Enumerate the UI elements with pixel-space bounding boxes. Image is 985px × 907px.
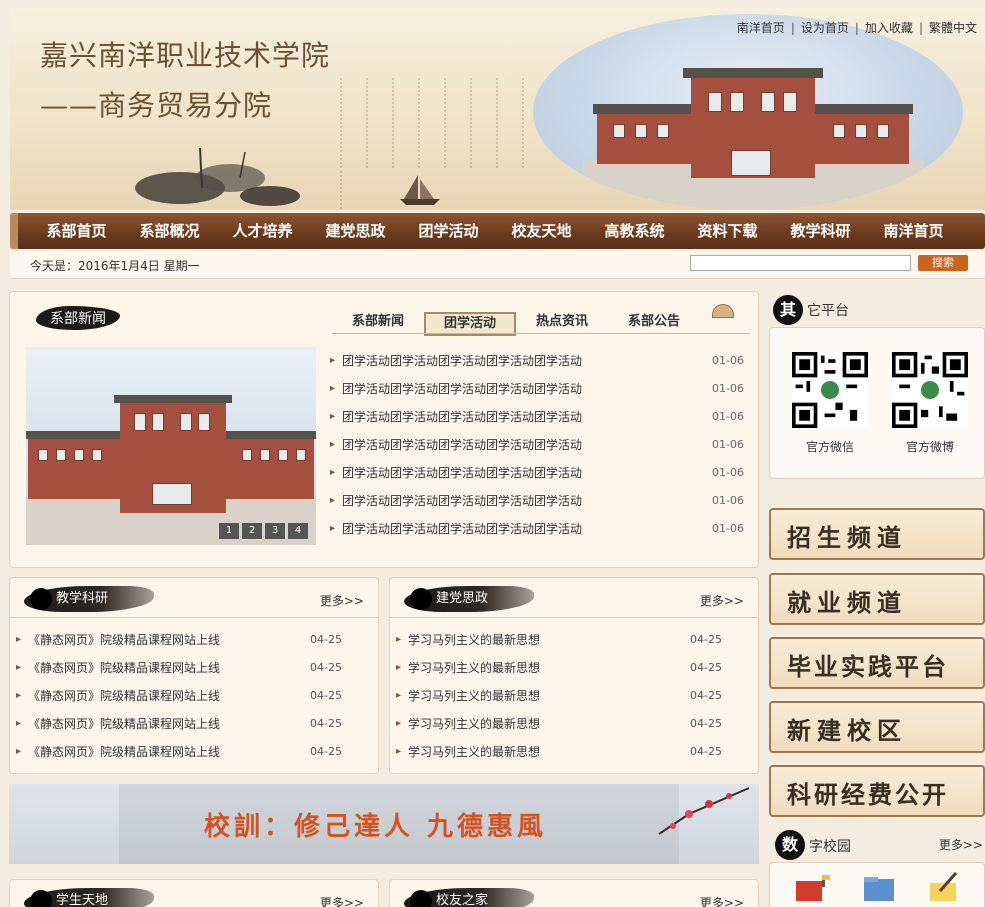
- nav-item-higher-edu[interactable]: 高教系统: [588, 213, 681, 249]
- nav-item-dept-overview[interactable]: 系部概况: [123, 213, 216, 249]
- mailbox-icon[interactable]: [794, 873, 830, 903]
- teaching-research-title: 教学科研: [24, 586, 154, 612]
- platform-label: 它平台: [807, 303, 849, 319]
- school-motto: 校訓：修己達人 九德惠風: [204, 812, 548, 842]
- channel-label: 就业频道: [787, 588, 907, 617]
- school-title: 嘉兴南洋职业技术学院: [40, 39, 331, 72]
- news-item[interactable]: 团学活动团学活动团学活动团学活动团学活动01-06: [330, 491, 748, 519]
- news-list: 团学活动团学活动团学活动团学活动团学活动01-06 团学活动团学活动团学活动团学…: [330, 351, 748, 547]
- link-set-homepage[interactable]: 设为首页: [801, 21, 849, 35]
- list-item[interactable]: 学习马列主义的最新思想04-25: [396, 714, 752, 742]
- nav-item-nanyang-home[interactable]: 南洋首页: [867, 213, 960, 249]
- digital-label: 字校园: [809, 839, 851, 855]
- list-item[interactable]: 《静态网页》院级精品课程网站上线04-25: [16, 658, 372, 686]
- party-panel: 建党思政 更多>> 学习马列主义的最新思想04-25 学习马列主义的最新思想04…: [389, 577, 759, 774]
- news-slideshow[interactable]: 1 2 3 4: [26, 347, 316, 545]
- motto-banner: 校訓：修己達人 九德惠風: [9, 784, 759, 864]
- alumni-more-link[interactable]: 更多>>: [700, 894, 744, 907]
- slide-dot[interactable]: 4: [288, 523, 308, 539]
- party-title: 建党思政: [404, 586, 534, 612]
- header-building-photo: [533, 14, 963, 210]
- wechat-caption: 官方微信: [805, 440, 854, 454]
- nav-item-downloads[interactable]: 资料下载: [681, 213, 774, 249]
- site-header: 嘉兴南洋职业技术学院 ——商务贸易分院 南洋首页 | 设为首页 | 加入收藏 |…: [10, 8, 985, 210]
- alumni-title: 校友之家: [404, 888, 534, 907]
- link-add-favorite[interactable]: 加入收藏: [865, 21, 913, 35]
- party-more-link[interactable]: 更多>>: [700, 592, 744, 609]
- slide-pager: 1 2 3 4: [219, 523, 308, 539]
- date-search-bar: 今天是：2016年1月4日 星期一 搜索: [10, 251, 985, 279]
- calligraphy-decoration: [340, 78, 560, 210]
- list-item[interactable]: 学习马列主义的最新思想04-25: [396, 630, 752, 658]
- news-title: 系部新闻: [36, 306, 120, 330]
- news-item[interactable]: 团学活动团学活动团学活动团学活动团学活动01-06: [330, 519, 748, 547]
- nav-item-talent[interactable]: 人才培养: [216, 213, 309, 249]
- student-panel: 学生天地 更多>>: [9, 879, 379, 907]
- digital-char-badge: 数: [775, 830, 805, 860]
- platform-char-badge: 其: [773, 295, 803, 325]
- school-subtitle: ——商务贸易分院: [40, 89, 273, 122]
- wechat-qr-code[interactable]: [792, 352, 868, 428]
- channel-employment[interactable]: 就业频道: [769, 573, 985, 625]
- link-traditional-chinese[interactable]: 繁體中文: [929, 21, 977, 35]
- nav-item-league[interactable]: 团学活动: [402, 213, 495, 249]
- sailboat-icon: [400, 175, 440, 205]
- other-platforms: 其 它平台 官方微信 官方微博: [769, 291, 985, 487]
- student-title: 学生天地: [24, 888, 154, 907]
- slide-dot[interactable]: 3: [265, 523, 285, 539]
- fan-icon: [712, 304, 734, 318]
- slide-dot[interactable]: 2: [242, 523, 262, 539]
- alumni-panel: 校友之家 更多>>: [389, 879, 759, 907]
- news-panel: 系部新闻 系部新闻 团学活动 热点资讯 系部公告 1 2 3 4 ▸ 团学活动团…: [9, 291, 759, 568]
- nav-item-dept-home[interactable]: 系部首页: [30, 213, 123, 249]
- channel-label: 毕业实践平台: [787, 652, 949, 681]
- weibo-qr-code[interactable]: [892, 352, 968, 428]
- top-links: 南洋首页 | 设为首页 | 加入收藏 | 繁體中文: [736, 21, 977, 35]
- channel-research-funds[interactable]: 科研经费公开: [769, 765, 985, 817]
- news-item[interactable]: 团学活动团学活动团学活动团学活动团学活动01-06: [330, 351, 748, 379]
- student-more-link[interactable]: 更多>>: [320, 894, 364, 907]
- channel-label: 科研经费公开: [787, 780, 949, 809]
- channel-admissions[interactable]: 招生频道: [769, 508, 985, 560]
- list-item[interactable]: 学习马列主义的最新思想04-25: [396, 658, 752, 686]
- nav-item-party[interactable]: 建党思政: [309, 213, 402, 249]
- channel-graduation-practice[interactable]: 毕业实践平台: [769, 637, 985, 689]
- channel-label: 招生频道: [787, 523, 907, 552]
- teaching-research-panel: 教学科研 更多>> 《静态网页》院级精品课程网站上线04-25 《静态网页》院级…: [9, 577, 379, 774]
- digital-more-link[interactable]: 更多>>: [939, 836, 983, 853]
- list-item[interactable]: 学习马列主义的最新思想04-25: [396, 686, 752, 714]
- news-item[interactable]: 团学活动团学活动团学活动团学活动团学活动01-06: [330, 463, 748, 491]
- digital-campus: 数 字校园 更多>>: [769, 826, 985, 907]
- list-item[interactable]: 《静态网页》院级精品课程网站上线04-25: [16, 686, 372, 714]
- news-item[interactable]: 团学活动团学活动团学活动团学活动团学活动01-06: [330, 435, 748, 463]
- list-item[interactable]: 《静态网页》院级精品课程网站上线04-25: [16, 630, 372, 658]
- teaching-more-link[interactable]: 更多>>: [320, 592, 364, 609]
- list-item[interactable]: 《静态网页》院级精品课程网站上线04-25: [16, 742, 372, 770]
- writing-icon[interactable]: [926, 871, 962, 903]
- channel-label: 新建校区: [787, 716, 907, 745]
- link-home[interactable]: 南洋首页: [737, 21, 785, 35]
- nav-item-research[interactable]: 教学科研: [774, 213, 867, 249]
- news-item[interactable]: 团学活动团学活动团学活动团学活动团学活动01-06: [330, 407, 748, 435]
- today-date: 今天是：2016年1月4日 星期一: [30, 259, 200, 273]
- main-nav: 系部首页 系部概况 人才培养 建党思政 团学活动 校友天地 高教系统 资料下载 …: [10, 213, 985, 249]
- list-item[interactable]: 学习马列主义的最新思想04-25: [396, 742, 752, 770]
- folder-icon[interactable]: [862, 873, 898, 903]
- weibo-caption: 官方微博: [905, 440, 954, 454]
- lotus-painting: [135, 148, 300, 206]
- slide-dot[interactable]: 1: [219, 523, 239, 539]
- channel-new-campus[interactable]: 新建校区: [769, 701, 985, 753]
- list-item[interactable]: 《静态网页》院级精品课程网站上线04-25: [16, 714, 372, 742]
- news-item[interactable]: 团学活动团学活动团学活动团学活动团学活动01-06: [330, 379, 748, 407]
- search-input[interactable]: [690, 255, 911, 271]
- plum-blossom-decoration: [658, 787, 749, 835]
- nav-item-alumni[interactable]: 校友天地: [495, 213, 588, 249]
- search-button[interactable]: 搜索: [918, 255, 968, 271]
